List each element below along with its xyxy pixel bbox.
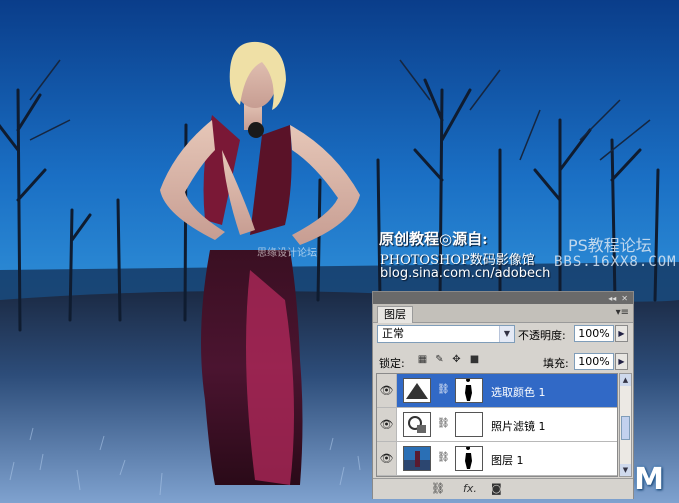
panel-menu-icon[interactable]: ▾≡ xyxy=(616,307,629,318)
chain-link-icon: ⛓ xyxy=(437,418,450,429)
fill-slider-arrow-icon[interactable]: ▶ xyxy=(615,353,628,370)
lock-all-icon[interactable]: ■ xyxy=(469,354,480,366)
blend-mode-value: 正常 xyxy=(382,327,404,340)
lock-transparent-icon[interactable]: ▦ xyxy=(417,354,428,366)
layer-thumbnail xyxy=(403,446,431,471)
mask-thumbnail[interactable] xyxy=(455,378,483,403)
panel-titlebar[interactable]: ◂◂ ✕ xyxy=(373,292,633,304)
photo-filter-icon xyxy=(404,413,430,436)
link-layers-icon[interactable]: ⛓ xyxy=(431,482,445,495)
watermark-small: 思缘设计论坛 xyxy=(257,248,317,259)
mask-thumbnail[interactable] xyxy=(455,412,483,437)
fx-icon[interactable]: fx. xyxy=(463,482,477,495)
opacity-input[interactable]: 100% xyxy=(574,325,614,342)
eye-icon[interactable]: 👁 xyxy=(377,442,397,475)
opacity-slider-arrow-icon[interactable]: ▶ xyxy=(615,325,628,342)
watermark-title: 原创教程◎源自: xyxy=(379,230,488,248)
selective-color-icon xyxy=(404,379,430,402)
close-icon[interactable]: ✕ xyxy=(621,294,628,303)
silhouette-mask-icon xyxy=(456,379,482,402)
watermark-bbs-url: BBS.16XX8.COM xyxy=(554,254,677,270)
layer-row-selective-color[interactable]: 👁 ⛓ 选取颜色 1 xyxy=(377,374,617,408)
eye-icon[interactable]: 👁 xyxy=(377,374,397,407)
chain-link-icon: ⛓ xyxy=(437,452,450,463)
adjustment-thumbnail xyxy=(403,412,431,437)
scroll-down-icon[interactable]: ▼ xyxy=(620,464,631,476)
image-thumbnail-icon xyxy=(404,447,430,470)
fill-label: 填充: xyxy=(543,357,569,370)
mask-thumbnail[interactable] xyxy=(455,446,483,471)
watermark-blog-url: blog.sina.com.cn/adobech xyxy=(380,266,551,281)
tab-layers[interactable]: 图层 xyxy=(377,306,413,323)
lock-brush-icon[interactable]: ✎ xyxy=(434,354,445,366)
layers-scrollbar[interactable]: ▲ ▼ xyxy=(619,373,632,477)
layers-panel: ◂◂ ✕ 图层 ▾≡ 正常 ▼ 不透明度: 100% ▶ 锁定: ▦ ✎ ✥ ■… xyxy=(372,291,634,499)
layer-name: 图层 1 xyxy=(491,454,524,467)
layer-name: 选取颜色 1 xyxy=(491,386,546,399)
opacity-label: 不透明度: xyxy=(518,329,566,342)
collapse-icon[interactable]: ◂◂ xyxy=(608,294,616,303)
layers-list: 👁 ⛓ 选取颜色 1 👁 ⛓ 照片滤镜 1 👁 ⛓ 图层 1 xyxy=(376,373,618,477)
panel-bottom-bar: ⛓ fx. ◙ xyxy=(373,478,633,499)
layer-name: 照片滤镜 1 xyxy=(491,420,546,433)
lock-move-icon[interactable]: ✥ xyxy=(451,354,462,366)
layer-row-photo-filter[interactable]: 👁 ⛓ 照片滤镜 1 xyxy=(377,408,617,442)
blend-mode-select[interactable]: 正常 ▼ xyxy=(377,325,515,343)
chain-link-icon: ⛓ xyxy=(437,384,450,395)
lock-label: 锁定: xyxy=(379,357,405,370)
fill-input[interactable]: 100% xyxy=(574,353,614,370)
adjustment-thumbnail xyxy=(403,378,431,403)
layer-row-layer-1[interactable]: 👁 ⛓ 图层 1 xyxy=(377,442,617,476)
eye-icon[interactable]: 👁 xyxy=(377,408,397,441)
scroll-up-icon[interactable]: ▲ xyxy=(620,374,631,386)
scroll-thumb[interactable] xyxy=(621,416,630,440)
mask-icon[interactable]: ◙ xyxy=(491,482,502,495)
panel-tab-row: 图层 ▾≡ xyxy=(373,304,633,323)
silhouette-mask-icon xyxy=(456,447,482,470)
watermark-forum: PS教程论坛 xyxy=(568,236,652,255)
chevron-down-icon[interactable]: ▼ xyxy=(499,326,514,342)
